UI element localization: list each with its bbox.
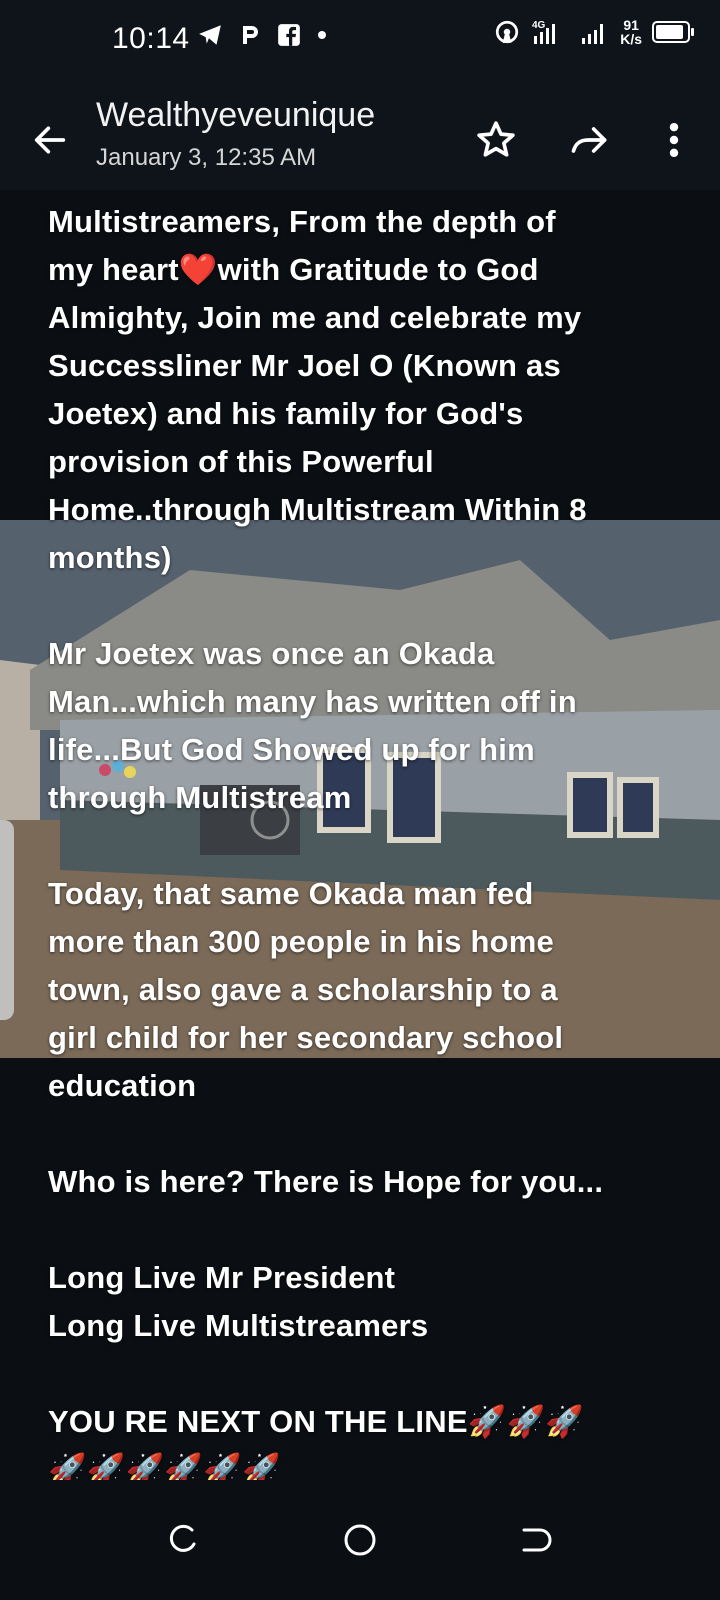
message-timestamp: January 3, 12:35 AM — [96, 144, 317, 171]
text-line: YOU RE NEXT ON THE LINE🚀🚀🚀 — [48, 1404, 585, 1439]
system-status-icons: 4G 91 K/s — [494, 18, 694, 46]
forward-icon[interactable] — [568, 118, 612, 162]
notification-icons — [196, 22, 328, 48]
text-line: Long Live Mr President — [48, 1260, 396, 1295]
text-line: Multistreamers, From the depth of — [48, 204, 556, 239]
svg-text:4G: 4G — [532, 20, 546, 31]
more-options-icon[interactable] — [652, 118, 696, 162]
text-line: my heart❤️with Gratitude to God — [48, 252, 539, 287]
text-line: through Multistream — [48, 780, 352, 815]
text-line: life...But God Showed up for him — [48, 732, 535, 767]
net-speed-value: 91 — [623, 17, 639, 33]
text-line: education — [48, 1068, 197, 1103]
text-line: Home..through Multistream Within 8 — [48, 492, 587, 527]
text-line: Today, that same Okada man fed — [48, 876, 534, 911]
home-icon[interactable] — [330, 1510, 390, 1570]
text-line: Joetex) and his family for God's — [48, 396, 524, 431]
system-nav-bar — [0, 1480, 720, 1600]
text-line: Long Live Multistreamers — [48, 1308, 429, 1343]
recents-icon[interactable] — [152, 1510, 212, 1570]
text-line: Mr Joetex was once an Okada — [48, 636, 495, 671]
facebook-icon — [278, 24, 300, 46]
battery-icon — [652, 21, 694, 43]
sender-name: Wealthyeveunique — [96, 96, 376, 134]
dot-icon — [318, 31, 326, 39]
text-line: months) — [48, 540, 172, 575]
paragraph-5: Long Live Mr President Long Live Multist… — [48, 1254, 688, 1350]
text-line: more than 300 people in his home — [48, 924, 554, 959]
paragraph-4: Who is here? There is Hope for you... — [48, 1158, 688, 1206]
text-line: provision of this Powerful — [48, 444, 434, 479]
paragraph-1: Multistreamers, From the depth of my hea… — [48, 198, 688, 582]
net-speed: 91 K/s — [620, 18, 642, 46]
signal-4g-icon: 4G — [532, 20, 556, 44]
edge-panel-handle[interactable] — [0, 820, 14, 1020]
text-line: Successliner Mr Joel O (Known as — [48, 348, 561, 383]
paragraph-3: Today, that same Okada man fed more than… — [48, 870, 688, 1110]
message-content[interactable]: Multistreamers, From the depth of my hea… — [0, 190, 720, 1480]
back-arrow-icon[interactable] — [30, 120, 70, 160]
text-line: town, also gave a scholarship to a — [48, 972, 558, 1007]
text-line: 🚀🚀🚀🚀🚀🚀 — [48, 1452, 281, 1480]
text-line: Who is here? There is Hope for you... — [48, 1164, 604, 1199]
nav-back-icon[interactable] — [506, 1510, 566, 1570]
message-body: Multistreamers, From the depth of my hea… — [48, 198, 688, 1480]
telegram-icon — [199, 25, 221, 45]
app-toolbar: Wealthyeveunique January 3, 12:35 AM — [0, 82, 720, 190]
text-line: Almighty, Join me and celebrate my — [48, 300, 582, 335]
status-bar: 10:14 4G 91 K/s — [0, 0, 720, 82]
text-line: girl child for her secondary school — [48, 1020, 564, 1055]
net-speed-unit: K/s — [620, 31, 642, 47]
status-time: 10:14 — [112, 22, 190, 55]
hotspot-icon — [496, 20, 519, 44]
paragraph-6: YOU RE NEXT ON THE LINE🚀🚀🚀 🚀🚀🚀🚀🚀🚀 — [48, 1398, 688, 1480]
signal-icon — [582, 24, 604, 44]
text-line: Man...which many has written off in — [48, 684, 577, 719]
paragraph-2: Mr Joetex was once an Okada Man...which … — [48, 630, 688, 822]
star-icon[interactable] — [474, 118, 518, 162]
p-icon — [243, 26, 258, 44]
